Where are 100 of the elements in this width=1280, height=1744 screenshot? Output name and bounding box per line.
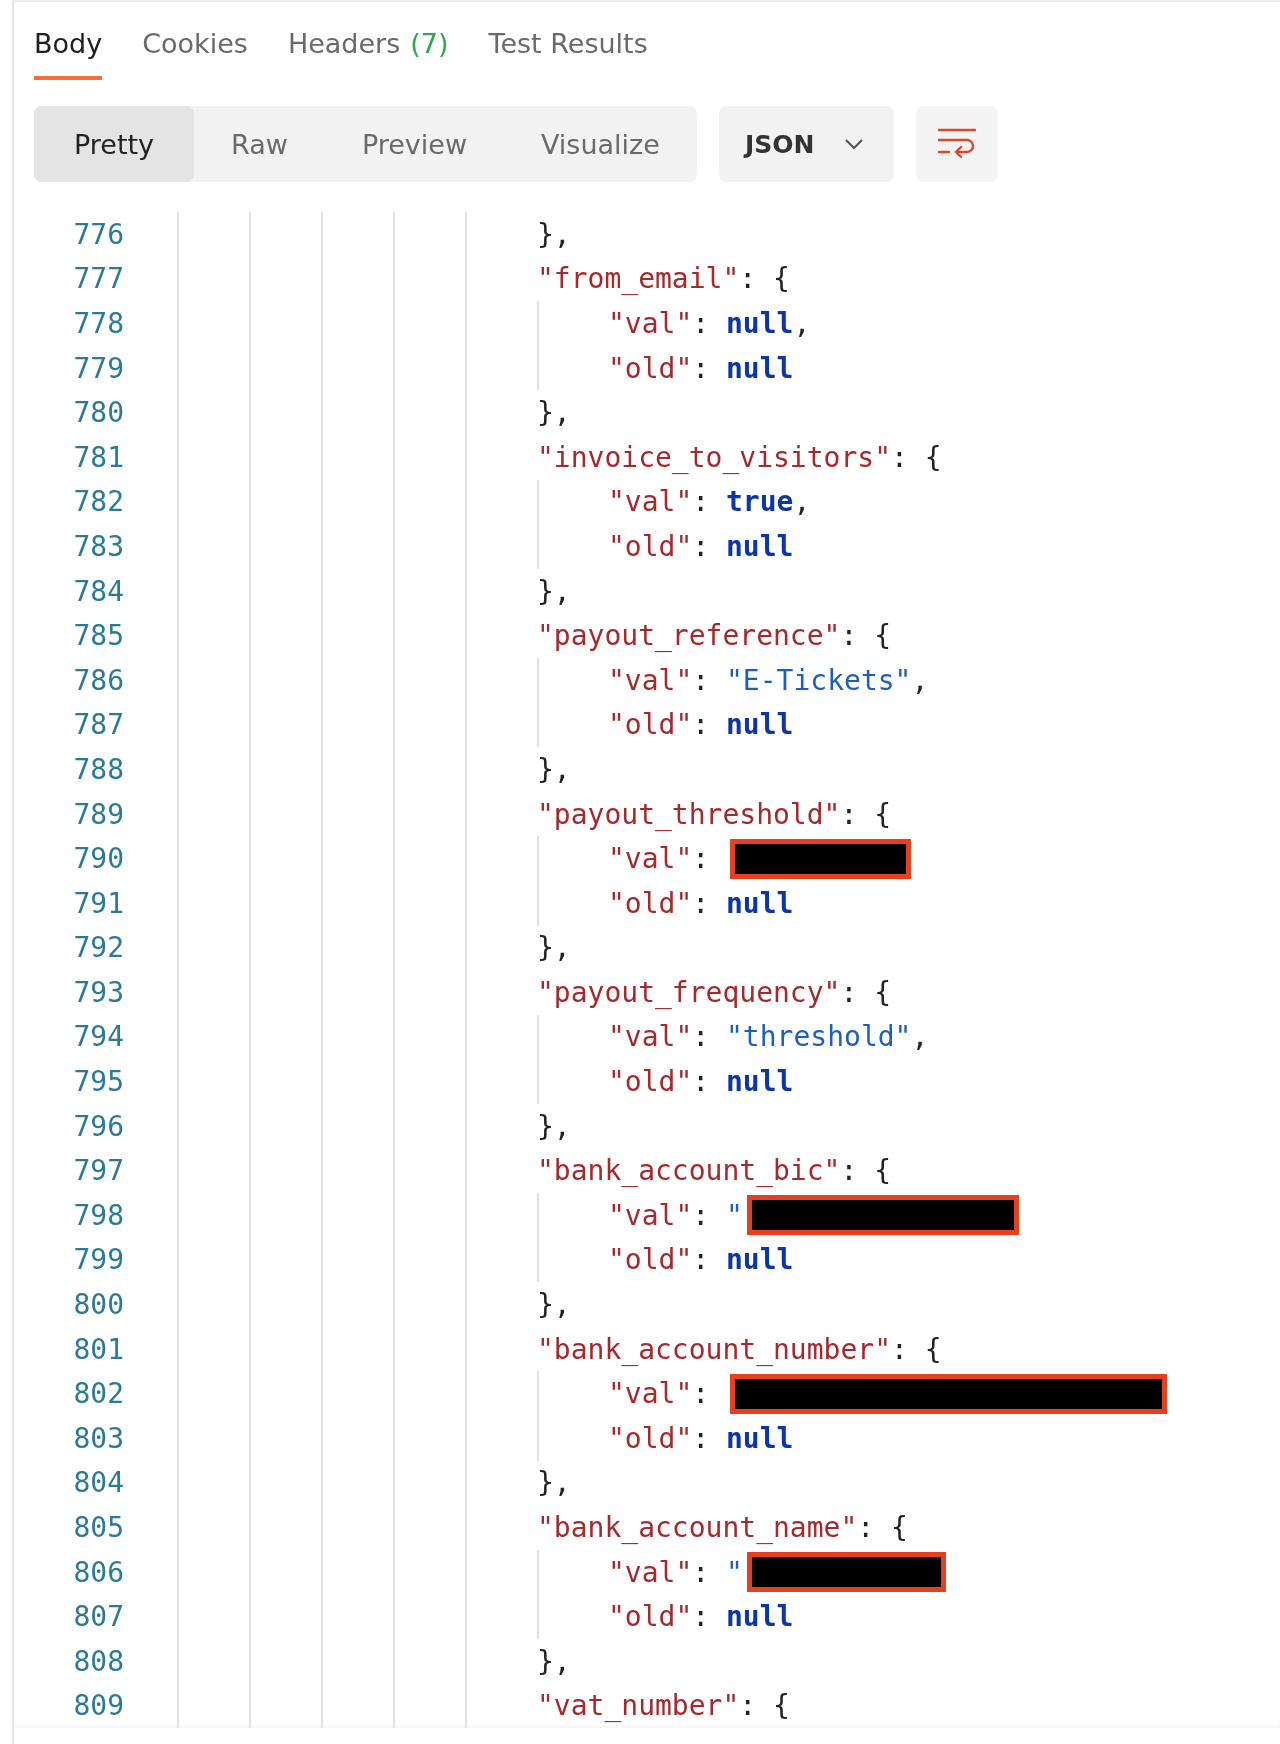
json-punctuation: : { <box>857 1511 908 1544</box>
line-number: 803 <box>72 1421 124 1455</box>
response-tab[interactable]: Headers (7) <box>287 22 449 80</box>
json-literal: null <box>726 1243 794 1277</box>
response-tab[interactable]: Test Results <box>488 22 648 80</box>
json-key: "val" <box>608 1377 693 1411</box>
line-number: 799 <box>72 1243 124 1277</box>
line-number: 790 <box>72 842 124 876</box>
json-punctuation: }, <box>537 1466 571 1500</box>
json-punctuation: : <box>692 1198 711 1232</box>
json-punctuation: }, <box>537 752 571 786</box>
line-number: 782 <box>72 485 124 519</box>
view-mode-button[interactable]: Visualize <box>504 106 697 182</box>
json-literal: null <box>726 1421 794 1455</box>
json-punctuation: }, <box>537 1644 571 1678</box>
json-punctuation: : { <box>739 1689 790 1723</box>
json-punctuation: : <box>692 886 711 920</box>
json-punctuation: : <box>692 1020 711 1054</box>
json-string: " <box>726 1198 743 1232</box>
json-key: "val" <box>608 842 693 876</box>
line-number: 807 <box>72 1600 124 1634</box>
json-key: "val" <box>608 485 693 519</box>
json-punctuation: : <box>692 1555 711 1589</box>
line-number: 801 <box>72 1332 124 1366</box>
view-mode-button[interactable]: Raw <box>194 106 325 182</box>
view-mode-button[interactable]: Preview <box>324 106 504 182</box>
json-key: "old" <box>608 1600 693 1634</box>
line-number: 789 <box>72 797 124 831</box>
json-punctuation: , <box>793 485 811 519</box>
json-key: "old" <box>608 529 693 563</box>
json-punctuation: }, <box>537 1109 571 1143</box>
json-key: "bank_account_name" <box>537 1511 858 1544</box>
json-punctuation: }, <box>537 931 571 965</box>
json-punctuation: : { <box>891 440 942 474</box>
json-punctuation: : { <box>840 1154 891 1188</box>
json-punctuation: }, <box>537 396 571 430</box>
response-tab[interactable]: Body <box>34 22 103 80</box>
line-number: 780 <box>72 396 124 430</box>
line-number: 806 <box>72 1555 124 1589</box>
json-punctuation: : { <box>840 797 891 831</box>
json-literal: null <box>726 708 794 742</box>
json-literal: null <box>726 886 794 920</box>
line-number: 808 <box>72 1644 124 1678</box>
line-number: 805 <box>72 1511 124 1544</box>
json-key: "payout_frequency" <box>537 975 841 1009</box>
json-punctuation: : <box>692 1421 711 1455</box>
json-key: "old" <box>608 1421 693 1455</box>
json-key: "val" <box>608 663 693 697</box>
json-punctuation: : <box>692 307 711 340</box>
json-key: "bank_account_number" <box>537 1332 891 1366</box>
json-punctuation: }, <box>537 574 571 608</box>
json-punctuation: , <box>793 307 811 340</box>
line-number: 777 <box>72 262 124 296</box>
line-number: 785 <box>72 619 124 653</box>
line-number: 783 <box>72 529 124 563</box>
json-literal: true <box>726 485 794 519</box>
json-key: "invoice_to_visitors" <box>537 440 891 474</box>
line-number: 781 <box>72 440 124 474</box>
wrap-lines-icon <box>937 127 978 161</box>
json-punctuation: }, <box>537 217 571 251</box>
line-number: 776 <box>72 217 124 251</box>
line-number: 797 <box>72 1154 124 1188</box>
line-number: 793 <box>72 975 124 1009</box>
json-literal: null <box>726 351 794 385</box>
line-number: 794 <box>72 1020 124 1054</box>
view-mode-button[interactable]: Pretty <box>34 106 195 182</box>
response-tab[interactable]: Cookies <box>142 22 248 80</box>
line-number: 788 <box>72 752 124 786</box>
line-number: 798 <box>72 1198 124 1232</box>
json-key: "bank_account_bic" <box>537 1154 841 1188</box>
line-number: 796 <box>72 1109 124 1143</box>
json-punctuation: : <box>692 708 711 742</box>
line-number: 809 <box>72 1689 124 1723</box>
json-punctuation: : <box>692 1243 711 1277</box>
line-number: 795 <box>72 1065 124 1099</box>
json-key: "old" <box>608 708 693 742</box>
json-literal: null <box>726 529 794 563</box>
line-number: 787 <box>72 708 124 742</box>
format-dropdown[interactable]: JSON <box>718 106 895 182</box>
json-punctuation: : { <box>739 262 790 296</box>
line-number: 784 <box>72 574 124 608</box>
json-punctuation: : { <box>891 1332 942 1366</box>
json-punctuation: : <box>692 485 711 519</box>
json-key: "val" <box>608 307 693 340</box>
json-literal: null <box>726 307 794 340</box>
json-key: "old" <box>608 1243 693 1277</box>
json-punctuation: : <box>692 1377 711 1411</box>
json-punctuation: , <box>911 1020 929 1054</box>
json-punctuation: : <box>692 1600 711 1634</box>
json-key: "payout_threshold" <box>537 797 841 831</box>
json-key: "old" <box>608 351 693 385</box>
chevron-down-icon <box>844 138 865 150</box>
wrap-lines-button[interactable] <box>916 106 999 182</box>
json-punctuation: : <box>692 351 711 385</box>
json-key: "val" <box>608 1555 693 1589</box>
json-string: " <box>726 1555 743 1589</box>
json-key: "payout_reference" <box>537 619 841 653</box>
line-number: 779 <box>72 351 124 385</box>
json-string: "threshold" <box>726 1020 912 1054</box>
line-number: 791 <box>72 886 124 920</box>
